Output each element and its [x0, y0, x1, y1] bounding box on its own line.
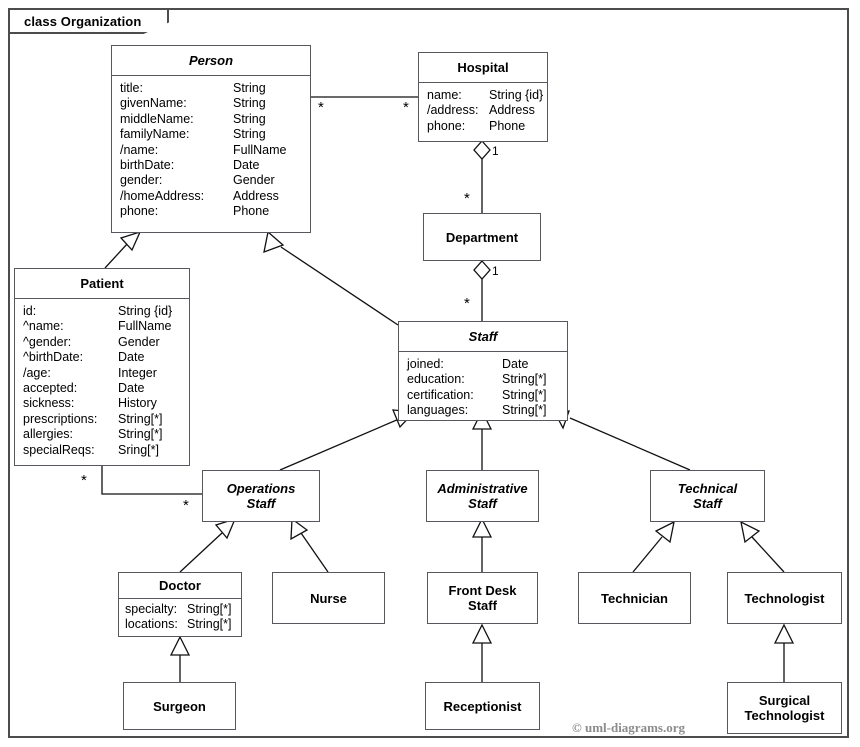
class-name-surgical-technologist: Surgical Technologist: [744, 693, 825, 723]
attribute-row: birthDate: Date: [120, 158, 260, 173]
class-box-surgical-technologist[interactable]: Surgical Technologist: [727, 682, 842, 734]
class-box-doctor[interactable]: Doctor specialty: String[*] locations: Str…: [118, 572, 242, 637]
attributes-person: title: String givenName: String middleName…: [112, 75, 310, 226]
class-box-person[interactable]: Person title: String givenName: String mid…: [111, 45, 311, 233]
attribute-row: givenName: String: [120, 96, 266, 111]
attribute-row: name: String {id}: [427, 88, 544, 102]
multiplicity-department-staff-staff-end: *: [464, 295, 470, 312]
class-name-staff: Staff: [468, 329, 498, 344]
class-name-technical-staff: Technical Staff: [677, 481, 738, 511]
attribute-row: allergies: String[*]: [23, 427, 163, 442]
attribute-row: /homeAddress: Address: [120, 188, 279, 203]
attribute-row: title: String: [120, 81, 266, 95]
copyright-notice: © uml-diagrams.org: [572, 720, 685, 735]
attribute-row: education: String[*]: [407, 372, 547, 387]
class-name-receptionist: Receptionist: [443, 698, 522, 714]
class-name-technician: Technician: [601, 590, 668, 606]
class-box-technician[interactable]: Technician: [578, 572, 691, 624]
attribute-row: /address: Address: [427, 103, 535, 118]
class-name-hospital: Hospital: [457, 60, 509, 75]
class-name-operations-staff: Operations Staff: [226, 481, 296, 511]
multiplicity-person-hospital-source: *: [318, 99, 324, 116]
class-box-hospital[interactable]: Hospital name: String {id} /address: Addre…: [418, 52, 548, 142]
attribute-row: id: String {id}: [23, 304, 173, 318]
diagram-frame-label: class Organization: [8, 8, 170, 34]
multiplicity-department-staff-department-end: 1: [492, 264, 499, 278]
class-name-administrative-staff: Administrative Staff: [437, 481, 528, 511]
class-name-doctor: Doctor: [159, 578, 201, 593]
class-box-nurse[interactable]: Nurse: [272, 572, 385, 624]
uml-class-diagram: class Organization * * 1 * 1 * * * Perso…: [0, 0, 860, 747]
attribute-row: sickness: History: [23, 396, 157, 411]
class-box-technologist[interactable]: Technologist: [727, 572, 842, 624]
attribute-row: ^gender: Gender: [23, 334, 160, 349]
multiplicity-patient-operations-patient-end: *: [81, 472, 87, 489]
attribute-row: specialty: String[*]: [125, 602, 232, 616]
attribute-row: phone: Phone: [427, 118, 526, 133]
class-name-surgeon: Surgeon: [153, 698, 206, 714]
class-box-staff[interactable]: Staff joined: Date education: String[*] ce…: [398, 321, 568, 421]
class-box-front-desk-staff[interactable]: Front Desk Staff: [427, 572, 538, 624]
class-name-front-desk-staff: Front Desk Staff: [448, 583, 517, 613]
class-box-operations-staff[interactable]: Operations Staff: [202, 470, 320, 522]
class-box-receptionist[interactable]: Receptionist: [425, 682, 540, 730]
multiplicity-hospital-department-hospital-end: 1: [492, 144, 499, 158]
attribute-row: ^name: FullName: [23, 319, 172, 334]
class-name-department: Department: [445, 229, 519, 245]
attributes-patient: id: String {id} ^name: FullName ^gender: Ge…: [15, 298, 189, 464]
attribute-row: languages: String[*]: [407, 403, 547, 418]
attribute-row: accepted: Date: [23, 381, 145, 396]
attribute-row: phone: Phone: [120, 204, 270, 219]
class-box-patient[interactable]: Patient id: String {id} ^name: FullName ^g…: [14, 268, 190, 466]
class-name-patient: Patient: [80, 276, 124, 291]
attribute-row: gender: Gender: [120, 173, 275, 188]
attribute-row: familyName: String: [120, 127, 266, 142]
attribute-row: specialReqs: Sring[*]: [23, 442, 159, 457]
multiplicity-hospital-department-department-end: *: [464, 190, 470, 207]
class-box-department[interactable]: Department: [423, 213, 541, 261]
class-name-nurse: Nurse: [310, 590, 347, 606]
attribute-row: certification: String[*]: [407, 387, 547, 402]
class-name-person: Person: [188, 53, 234, 68]
attribute-row: /age: Integer: [23, 365, 157, 380]
class-box-technical-staff[interactable]: Technical Staff: [650, 470, 765, 522]
attribute-row: /name: FullName: [120, 142, 287, 157]
class-name-technologist: Technologist: [744, 590, 825, 606]
multiplicity-patient-operations-ops-end: *: [183, 497, 189, 514]
attribute-row: locations: String[*]: [125, 617, 232, 632]
class-box-surgeon[interactable]: Surgeon: [123, 682, 236, 730]
attributes-staff: joined: Date education: String[*] certific…: [399, 351, 567, 425]
attributes-doctor: specialty: String[*] locations: String[*]: [119, 598, 241, 637]
attribute-row: middleName: String: [120, 111, 266, 126]
multiplicity-person-hospital-target: *: [403, 99, 409, 116]
class-box-administrative-staff[interactable]: Administrative Staff: [426, 470, 539, 522]
attribute-row: prescriptions: String[*]: [23, 411, 163, 426]
attribute-row: joined: Date: [407, 357, 529, 371]
attributes-hospital: name: String {id} /address: Address phone:…: [419, 82, 547, 140]
attribute-row: ^birthDate: Date: [23, 350, 145, 365]
